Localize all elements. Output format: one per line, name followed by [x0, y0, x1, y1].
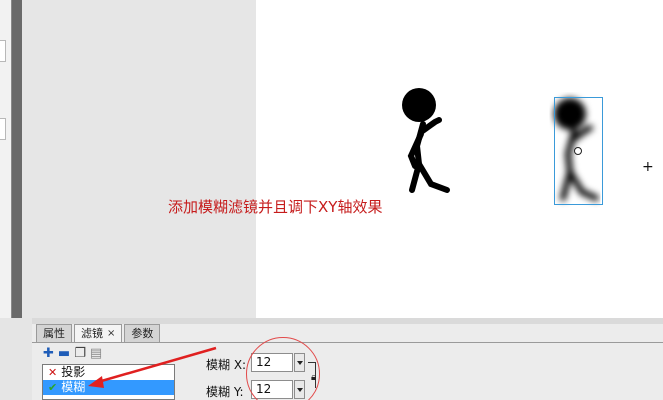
- tab-filters[interactable]: 滤镜 ×: [74, 324, 123, 343]
- blur-x-label: 模糊 X:: [206, 358, 247, 372]
- tool-slot[interactable]: [0, 40, 6, 62]
- annotation-arrow: [88, 346, 217, 388]
- tab-label: 属性: [43, 327, 65, 340]
- panel-divider[interactable]: [12, 0, 22, 318]
- tab-label: 滤镜: [81, 327, 103, 340]
- panel-tabs: 属性 滤镜 × 参数: [36, 324, 162, 343]
- crosshair-cursor-icon: +: [642, 159, 654, 175]
- remove-filter-icon[interactable]: ▬: [58, 347, 70, 360]
- blur-y-label: 模糊 Y:: [206, 385, 244, 399]
- pasteboard: [22, 0, 256, 318]
- tutorial-annotation: 添加模糊滤镜并且调下XY轴效果: [168, 198, 383, 216]
- tab-label: 参数: [131, 327, 154, 340]
- tools-panel-edge: [0, 0, 12, 318]
- stick-figure[interactable]: [395, 84, 455, 196]
- disabled-x-icon[interactable]: ✕: [48, 365, 57, 380]
- tool-slot[interactable]: [0, 118, 6, 140]
- close-icon[interactable]: ×: [107, 325, 115, 343]
- registration-point[interactable]: [574, 147, 582, 155]
- tab-parameters[interactable]: 参数: [124, 324, 161, 343]
- enabled-check-icon[interactable]: ✔: [48, 380, 57, 395]
- tab-properties[interactable]: 属性: [36, 324, 72, 343]
- tab-divider: [32, 342, 663, 343]
- add-filter-icon[interactable]: ✚: [43, 347, 54, 360]
